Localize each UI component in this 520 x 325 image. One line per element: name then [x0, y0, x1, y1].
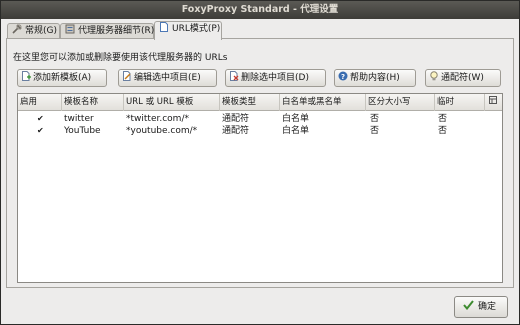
window-title: FoxyProxy Standard - 代理设置	[1, 1, 519, 19]
ok-label: 确定	[478, 302, 497, 312]
delete-selected-button[interactable]: 删除选中项目(D)	[225, 69, 326, 87]
column-picker-glyph	[489, 96, 497, 104]
help-icon: ?	[338, 71, 348, 81]
cell-url-pattern: *twitter.com/*	[126, 114, 189, 124]
ok-button[interactable]: 确定	[454, 296, 508, 318]
lightbulb-icon	[430, 71, 438, 81]
wildcard-button[interactable]: 通配符(W)	[425, 69, 501, 87]
column-white-black-list[interactable]: 白名单或黑名单	[280, 94, 366, 111]
table-header: 启用 模板名称 URL 或 URL 模板 模板类型 白名单或黑名单 区分大小写 …	[18, 94, 502, 111]
column-template-name[interactable]: 模板名称	[62, 94, 124, 111]
column-url-pattern[interactable]: URL 或 URL 模板	[124, 94, 220, 111]
table-row[interactable]: ✔ YouTube *youtube.com/* 通配符 白名单 否 否	[18, 125, 502, 137]
wildcard-label: 通配符(W)	[441, 73, 484, 83]
column-case-sensitive[interactable]: 区分大小写	[366, 94, 435, 111]
column-enabled[interactable]: 启用	[18, 94, 62, 111]
cell-list-type: 白名单	[282, 126, 310, 136]
url-pattern-table: 启用 模板名称 URL 或 URL 模板 模板类型 白名单或黑名单 区分大小写 …	[17, 93, 503, 283]
page-icon	[160, 22, 168, 32]
cell-template-name: YouTube	[64, 126, 101, 136]
proxy-settings-window: FoxyProxy Standard - 代理设置 常规(G) 代理服务器细节(…	[0, 0, 520, 325]
enabled-check[interactable]: ✔	[37, 125, 44, 137]
svg-text:?: ?	[341, 73, 345, 81]
cell-url-pattern: *youtube.com/*	[126, 126, 198, 136]
column-temporary[interactable]: 临时	[435, 94, 485, 111]
cell-case-sensitive: 否	[370, 114, 380, 124]
edit-selected-label: 编辑选中项目(E)	[134, 73, 201, 83]
add-template-button[interactable]: 添加新模板(A)	[17, 69, 107, 87]
add-page-icon	[22, 71, 31, 81]
checkmark-icon	[463, 300, 474, 311]
edit-selected-button[interactable]: 编辑选中项目(E)	[118, 69, 217, 87]
cell-case-sensitive: 否	[370, 126, 380, 136]
add-template-label: 添加新模板(A)	[33, 73, 92, 83]
cell-template-type: 通配符	[222, 126, 250, 136]
cell-template-type: 通配符	[222, 114, 250, 124]
tab-proxy-details-label: 代理服务器细节(R)	[78, 26, 155, 36]
column-picker-icon[interactable]	[485, 94, 502, 111]
edit-icon	[123, 71, 131, 81]
delete-selected-label: 删除选中项目(D)	[241, 73, 309, 83]
enabled-check[interactable]: ✔	[37, 113, 44, 125]
cell-template-name: twitter	[64, 114, 94, 124]
cell-list-type: 白名单	[282, 114, 310, 124]
column-template-type[interactable]: 模板类型	[220, 94, 280, 111]
tab-general[interactable]: 常规(G)	[7, 23, 60, 39]
table-row[interactable]: ✔ twitter *twitter.com/* 通配符 白名单 否 否	[18, 113, 502, 125]
cell-temporary: 否	[438, 114, 448, 124]
help-button[interactable]: ? 帮助内容(H)	[334, 69, 416, 87]
help-label: 帮助内容(H)	[350, 73, 400, 83]
cell-temporary: 否	[438, 126, 448, 136]
tools-icon	[12, 24, 22, 34]
server-icon	[65, 24, 75, 34]
delete-icon	[230, 71, 239, 81]
tab-url-patterns-label: URL模式(P)	[172, 24, 221, 34]
tab-general-label: 常规(G)	[25, 26, 57, 36]
tab-url-patterns[interactable]: URL模式(P)	[154, 21, 222, 40]
tab-proxy-details[interactable]: 代理服务器细节(R)	[60, 23, 154, 39]
panel-description: 在这里您可以添加或删除要使用该代理服务器的 URLs	[13, 53, 228, 63]
